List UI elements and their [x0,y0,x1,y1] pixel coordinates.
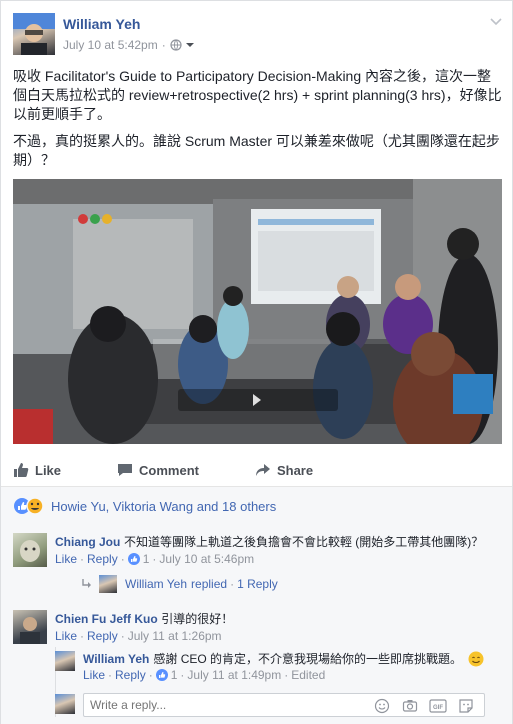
reply-edited-label[interactable]: Edited [291,668,325,682]
comment-like-link[interactable]: Like [55,629,77,643]
reply-timestamp[interactable]: July 11 at 1:49pm [187,668,281,682]
avatar-photo-icon [20,540,40,562]
comment-button[interactable]: Comment [117,462,199,478]
composer-avatar [55,694,75,714]
reply-count-link[interactable]: 1 Reply [237,577,278,591]
dot-separator: · [120,629,125,643]
author-avatar[interactable] [13,13,55,55]
comment-2-footer: Like · Reply · July 11 at 1:26pm [55,629,222,643]
avatar-photo-icon [20,617,40,644]
reaction-icons[interactable] [13,497,45,515]
dot-separator: · [80,552,85,566]
gif-icon[interactable]: GIF [429,698,447,714]
dot-separator: · [120,552,125,566]
share-button[interactable]: Share [255,462,313,478]
meeting-room-photo-icon [13,179,502,444]
author-name[interactable]: William Yeh [63,16,140,32]
post-meta: July 10 at 5:42pm · [63,38,195,52]
smile-emoji-icon [468,651,484,667]
comment-1-footer: Like · Reply · 1 · July 10 at 5:46pm [55,552,254,566]
replier-avatar [99,575,117,593]
dot-separator: · [180,668,185,682]
comment-bubble-icon [118,464,133,476]
reply-author[interactable]: William Yeh [83,651,149,667]
reply-1: William Yeh 感謝 CEO 的肯定，不介意我現場給你的一些即席挑戰題。 [83,651,503,667]
comment-author[interactable]: Chien Fu Jeff Kuo [55,612,158,626]
comment-text: 不知道等團隊上軌道之後負擔會不會比較輕 (開始多工帶其他團隊)？ [123,535,484,549]
post-card: William Yeh July 10 at 5:42pm · 吸收 Facil… [0,0,513,724]
camera-icon[interactable] [402,698,418,714]
dot-separator: · [108,668,113,682]
reply-like-count[interactable]: 1 [171,668,178,682]
comment-1: Chiang Jou 不知道等團隊上軌道之後負擔會不會比較輕 (開始多工帶其他團… [55,534,505,550]
chevron-down-icon[interactable] [489,15,503,29]
post-paragraph-1: 吸收 Facilitator's Guide to Participatory … [13,68,502,122]
replied-text[interactable]: replied [191,577,227,591]
comment-author[interactable]: Chiang Jou [55,535,120,549]
comment-text: 引導的很好！ [161,612,234,626]
svg-text:GIF: GIF [433,705,443,711]
comment-2: Chien Fu Jeff Kuo 引導的很好！ [55,611,505,627]
comment-like-count[interactable]: 1 [143,552,150,566]
comment-timestamp[interactable]: July 11 at 1:26pm [128,629,222,643]
replies-summary[interactable]: William Yeh replied · 1 Reply [81,575,278,593]
post-body: 吸收 Facilitator's Guide to Participatory … [13,67,503,178]
post-photo[interactable] [13,179,502,444]
reply-like-link[interactable]: Like [83,668,105,682]
reply-input[interactable] [90,697,360,713]
like-count-icon [127,553,140,565]
dot-separator: · [284,668,289,682]
commenter-avatar[interactable] [13,610,47,644]
comment-reply-link[interactable]: Reply [87,629,118,643]
post-timestamp[interactable]: July 10 at 5:42pm [63,38,158,52]
commenter-avatar[interactable] [13,533,47,567]
emoji-picker-icon[interactable] [374,698,390,714]
reply-avatar[interactable] [55,651,75,671]
post-paragraph-2: 不過，真的挺累人的。誰說 Scrum Master 可以兼差來做呢（尤其團隊還在… [13,133,500,168]
thumbs-up-icon [14,463,29,477]
like-label: Like [35,462,62,478]
comment-timestamp[interactable]: July 10 at 5:46pm [159,552,254,566]
reactions-summary[interactable]: Howie Yu, Viktoria Wang and 18 others [51,499,276,514]
share-label: Share [276,462,314,478]
dot-separator: · [148,668,153,682]
like-count-icon [155,669,168,681]
post-action-bar: Like Comment Share [13,457,502,483]
reply-reply-link[interactable]: Reply [115,668,146,682]
reply-arrow-icon [82,579,91,588]
comment-reply-link[interactable]: Reply [87,552,118,566]
comment-label: Comment [139,462,199,478]
like-button[interactable]: Like [13,462,61,478]
reply-text: 感謝 CEO 的肯定，不介意我現場給你的一些即席挑戰題。 [153,652,463,666]
dot-separator: · [80,629,85,643]
reactions-bar: Howie Yu, Viktoria Wang and 18 others [1,486,512,524]
dot-separator: · [152,552,157,566]
share-arrow-icon [255,464,270,476]
sticker-icon[interactable] [458,698,474,714]
reply-1-footer: Like · Reply · 1 · July 11 at 1:49pm · E… [83,668,325,682]
avatar-photo-icon [13,13,55,55]
dot-separator: · [230,577,235,591]
meta-separator: · [161,38,166,52]
replier-name[interactable]: William Yeh [125,577,187,591]
audience-dropdown-icon[interactable] [185,40,195,50]
comment-like-link[interactable]: Like [55,552,77,566]
reply-composer[interactable]: GIF [83,693,485,717]
globe-icon[interactable] [170,39,182,51]
